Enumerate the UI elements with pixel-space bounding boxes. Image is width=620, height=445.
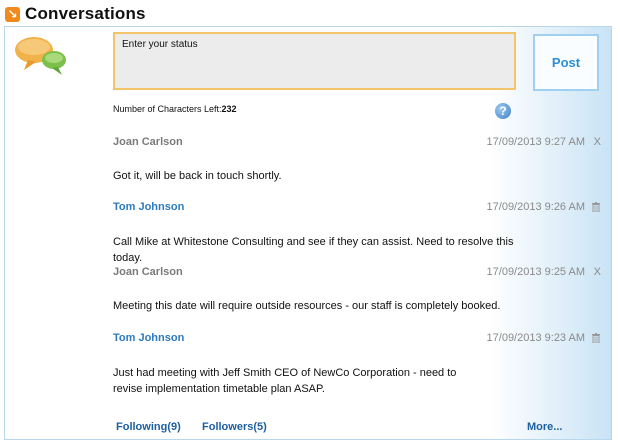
message-body: Meeting this date will require outside r… <box>113 300 501 312</box>
message-author[interactable]: Joan Carlson <box>113 136 183 148</box>
close-icon[interactable]: X <box>594 266 601 278</box>
message-body: Just had meeting with Jeff Smith CEO of … <box>113 367 457 395</box>
message-body: Call Mike at Whitestone Consulting and s… <box>113 236 514 264</box>
message-header: Joan Carlson 17/09/2013 9:25 AM X <box>113 266 605 282</box>
page-header: ↘ Conversations <box>5 3 146 25</box>
following-link[interactable]: Following(9) <box>116 421 181 433</box>
chat-bubbles-icon <box>15 37 66 75</box>
post-button[interactable]: Post <box>533 34 599 91</box>
arrow-icon: ↘ <box>5 6 20 22</box>
message-author[interactable]: Tom Johnson <box>113 332 184 344</box>
close-icon[interactable]: X <box>594 136 601 148</box>
message-header: Joan Carlson 17/09/2013 9:27 AM X <box>113 136 605 152</box>
characters-left-label: Number of Characters Left: <box>113 104 222 114</box>
message-author[interactable]: Tom Johnson <box>113 201 184 213</box>
followers-link[interactable]: Followers(5) <box>202 421 267 433</box>
more-link[interactable]: More... <box>527 421 562 433</box>
message-author[interactable]: Joan Carlson <box>113 266 183 278</box>
trash-icon[interactable] <box>592 333 600 343</box>
help-icon[interactable]: ? <box>495 103 511 119</box>
characters-left-value: 232 <box>221 104 237 114</box>
trash-icon[interactable] <box>592 202 600 212</box>
message-header: Tom Johnson 17/09/2013 9:26 AM <box>113 201 605 217</box>
message-body: Got it, will be back in touch shortly. <box>113 170 282 182</box>
characters-left: Number of Characters Left:232 <box>113 104 237 114</box>
message-header: Tom Johnson 17/09/2013 9:23 AM <box>113 332 605 348</box>
message-timestamp: 17/09/2013 9:27 AM <box>486 136 585 148</box>
message-timestamp: 17/09/2013 9:25 AM <box>486 266 585 278</box>
page-title: Conversations <box>25 4 146 23</box>
message-timestamp: 17/09/2013 9:23 AM <box>486 332 585 344</box>
message-timestamp: 17/09/2013 9:26 AM <box>486 201 585 213</box>
status-input[interactable] <box>113 32 516 90</box>
